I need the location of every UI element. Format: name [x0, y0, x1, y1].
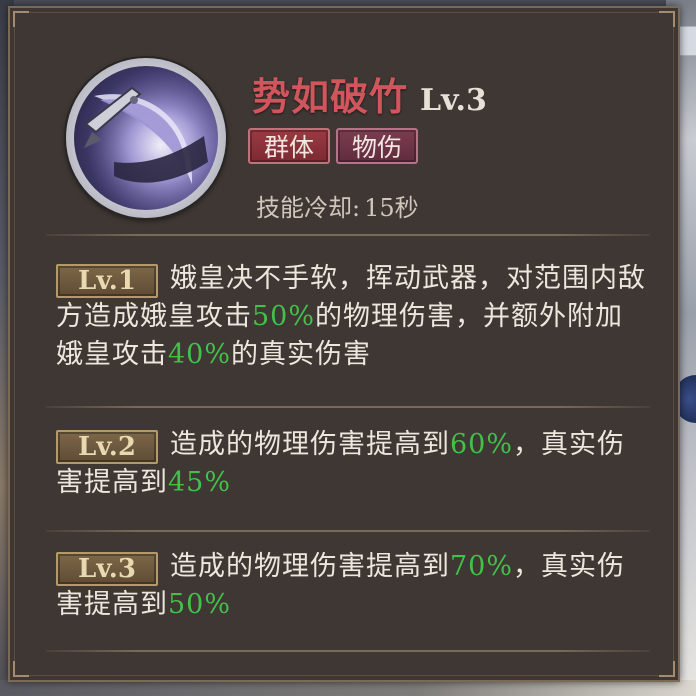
background-bottom-scene [0, 680, 696, 696]
highlight-value: 45% [168, 467, 232, 498]
skill-title-row: 势如破竹 Lv.3 [252, 66, 487, 119]
highlight-value: 50% [168, 589, 232, 620]
level-3-section: Lv.3 造成的物理伤害提高到70%，真实伤害提高到50% [56, 548, 646, 624]
highlight-value: 50% [252, 301, 316, 332]
level-1-section: Lv.1 娥皇决不手软，挥动武器，对范围内敌方造成娥皇攻击50%的物理伤害，并额… [56, 260, 646, 374]
skill-icon-frame [66, 58, 226, 218]
highlight-value: 60% [450, 429, 514, 460]
panel-corner-ornament [13, 11, 29, 27]
skill-name: 势如破竹 [252, 74, 409, 119]
cooldown-line: 技能冷却: 15秒 [256, 188, 419, 223]
cooldown-label: 技能冷却: [256, 194, 361, 222]
section-divider [46, 234, 650, 236]
cooldown-value: 15秒 [364, 194, 419, 222]
level-badge: Lv.3 [56, 552, 158, 586]
skill-tooltip-panel: 势如破竹 Lv.3 群体 物伤 技能冷却: 15秒 Lv.1 娥皇决不手软，挥动… [8, 6, 680, 682]
panel-corner-ornament [659, 661, 675, 677]
section-divider [46, 650, 650, 652]
panel-corner-ornament [13, 661, 29, 677]
skill-level: Lv.3 [420, 83, 487, 118]
highlight-value: 70% [450, 551, 514, 582]
level-badge: Lv.2 [56, 430, 158, 464]
section-divider [46, 406, 650, 408]
crescent-blade-icon [74, 66, 218, 210]
level-2-section: Lv.2 造成的物理伤害提高到60%，真实伤害提高到45% [56, 426, 646, 502]
tag-area: 群体 [248, 128, 331, 164]
skill-tags: 群体 物伤 [248, 128, 419, 164]
highlight-value: 40% [168, 339, 232, 370]
section-divider [46, 530, 650, 532]
panel-corner-ornament [659, 11, 675, 27]
tag-physical-damage: 物伤 [336, 128, 419, 164]
level-badge: Lv.1 [56, 264, 158, 298]
